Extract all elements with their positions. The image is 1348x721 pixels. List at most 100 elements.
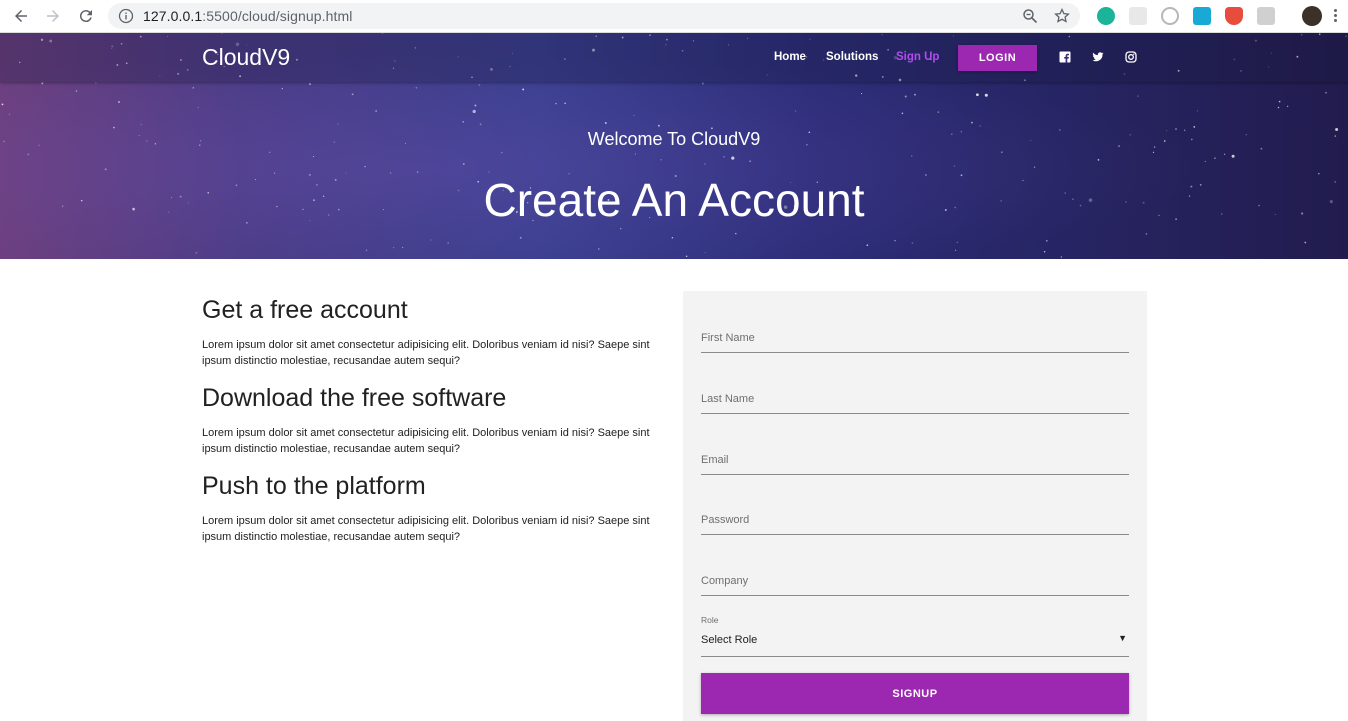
star-dot bbox=[1097, 159, 1100, 161]
star-dot bbox=[731, 156, 735, 160]
feature-heading: Push to the platform bbox=[202, 472, 426, 500]
star-dot bbox=[309, 83, 311, 86]
role-select-value: Select Role bbox=[701, 634, 758, 646]
star-dot bbox=[1033, 166, 1036, 168]
star-dot bbox=[619, 227, 622, 230]
role-label: Role bbox=[701, 615, 719, 625]
star-dot bbox=[27, 153, 30, 156]
nav-home[interactable]: Home bbox=[774, 51, 806, 63]
star-dot bbox=[657, 124, 660, 127]
star-dot bbox=[634, 153, 636, 155]
star-dot bbox=[462, 121, 464, 123]
hero-welcome-text: Welcome To CloudV9 bbox=[587, 129, 761, 149]
star-dot bbox=[1231, 154, 1235, 158]
star-dot bbox=[749, 160, 751, 162]
twitter-icon[interactable] bbox=[1092, 51, 1104, 63]
main-content: Get a free account Lorem ipsum dolor sit… bbox=[0, 259, 1348, 721]
browser-toolbar: 127.0.0.1:5500/cloud/signup.html bbox=[0, 0, 1348, 33]
role-select[interactable]: Select Role ▼ bbox=[701, 629, 1129, 657]
extension-shield-icon[interactable] bbox=[1225, 7, 1243, 25]
star-dot bbox=[866, 244, 869, 247]
company-field bbox=[701, 566, 1129, 596]
email-input[interactable] bbox=[701, 445, 1129, 474]
star-dot bbox=[911, 155, 913, 157]
star-dot bbox=[1193, 126, 1196, 128]
star-dot bbox=[704, 163, 706, 165]
star-dot bbox=[1286, 105, 1289, 108]
star-dot bbox=[462, 163, 465, 165]
email-field bbox=[701, 445, 1129, 475]
feature-text: Lorem ipsum dolor sit amet consectetur a… bbox=[202, 339, 650, 367]
nav-solutions[interactable]: Solutions bbox=[826, 51, 878, 63]
extension-blue-icon[interactable] bbox=[1193, 7, 1211, 25]
url-text: 127.0.0.1:5500/cloud/signup.html bbox=[143, 8, 352, 24]
facebook-icon[interactable] bbox=[1059, 51, 1071, 63]
address-bar[interactable]: 127.0.0.1:5500/cloud/signup.html bbox=[108, 3, 1080, 29]
star-dot bbox=[1223, 153, 1226, 155]
first-name-input[interactable] bbox=[701, 323, 1129, 352]
star-dot bbox=[501, 151, 503, 154]
extension-circle-icon[interactable] bbox=[1161, 7, 1179, 25]
star-dot bbox=[954, 249, 957, 251]
star-dot bbox=[364, 165, 366, 168]
star-dot bbox=[472, 109, 476, 114]
site-info-icon[interactable] bbox=[118, 8, 134, 24]
login-button[interactable]: LOGIN bbox=[958, 45, 1037, 71]
star-dot bbox=[1325, 91, 1327, 94]
star-dot bbox=[479, 123, 482, 126]
star-dot bbox=[312, 156, 315, 158]
star-dot bbox=[192, 87, 194, 89]
star-dot bbox=[402, 246, 404, 248]
star-dot bbox=[735, 232, 737, 235]
star-dot bbox=[633, 115, 635, 117]
site-navbar: CloudV9 Home Solutions Sign Up LOGIN bbox=[0, 33, 1348, 82]
extension-grid-icon[interactable] bbox=[1129, 7, 1147, 25]
star-dot bbox=[75, 90, 78, 92]
feature-text: Lorem ipsum dolor sit amet consectetur a… bbox=[202, 515, 650, 543]
star-dot bbox=[118, 101, 120, 103]
star-dot bbox=[281, 87, 283, 90]
star-dot bbox=[41, 82, 44, 85]
star-dot bbox=[195, 251, 198, 254]
star-dot bbox=[337, 123, 339, 125]
star-dot bbox=[95, 82, 97, 84]
instagram-icon[interactable] bbox=[1125, 51, 1137, 63]
star-dot bbox=[914, 93, 916, 96]
star-dot bbox=[604, 122, 607, 124]
star-dot bbox=[1204, 160, 1206, 163]
nav-signup[interactable]: Sign Up bbox=[896, 51, 939, 63]
brand-logo[interactable]: CloudV9 bbox=[202, 44, 290, 71]
star-dot bbox=[478, 84, 481, 86]
reload-icon[interactable] bbox=[75, 5, 97, 27]
profile-avatar[interactable] bbox=[1302, 6, 1322, 26]
zoom-icon[interactable] bbox=[1022, 8, 1038, 24]
last-name-field bbox=[701, 384, 1129, 414]
back-icon[interactable] bbox=[10, 5, 32, 27]
extension-gray-icon[interactable] bbox=[1257, 7, 1275, 25]
last-name-input[interactable] bbox=[701, 384, 1129, 413]
bookmark-star-icon[interactable] bbox=[1054, 8, 1070, 24]
star-dot bbox=[984, 93, 988, 97]
signup-form: Role Select Role ▼ SIGNUP bbox=[683, 291, 1147, 721]
signup-button[interactable]: SIGNUP bbox=[701, 673, 1129, 714]
extension-m-icon[interactable] bbox=[1097, 7, 1115, 25]
star-dot bbox=[1145, 233, 1148, 235]
star-dot bbox=[904, 95, 907, 98]
star-dot bbox=[140, 123, 142, 126]
star-dot bbox=[1, 103, 4, 106]
star-dot bbox=[660, 159, 662, 161]
chrome-menu-icon[interactable] bbox=[1334, 9, 1338, 22]
hero-section: CloudV9 Home Solutions Sign Up LOGIN Wel… bbox=[0, 33, 1348, 259]
star-dot bbox=[894, 240, 896, 242]
star-dot bbox=[723, 156, 725, 158]
company-input[interactable] bbox=[701, 566, 1129, 595]
star-dot bbox=[1277, 106, 1280, 109]
feature-text: Lorem ipsum dolor sit amet consectetur a… bbox=[202, 427, 650, 455]
features-column: Get a free account Lorem ipsum dolor sit… bbox=[202, 295, 667, 559]
star-dot bbox=[971, 121, 973, 124]
password-input[interactable] bbox=[701, 505, 1129, 534]
star-dot bbox=[956, 241, 958, 243]
star-dot bbox=[1043, 251, 1046, 253]
forward-icon[interactable] bbox=[42, 5, 64, 27]
star-dot bbox=[701, 82, 704, 85]
